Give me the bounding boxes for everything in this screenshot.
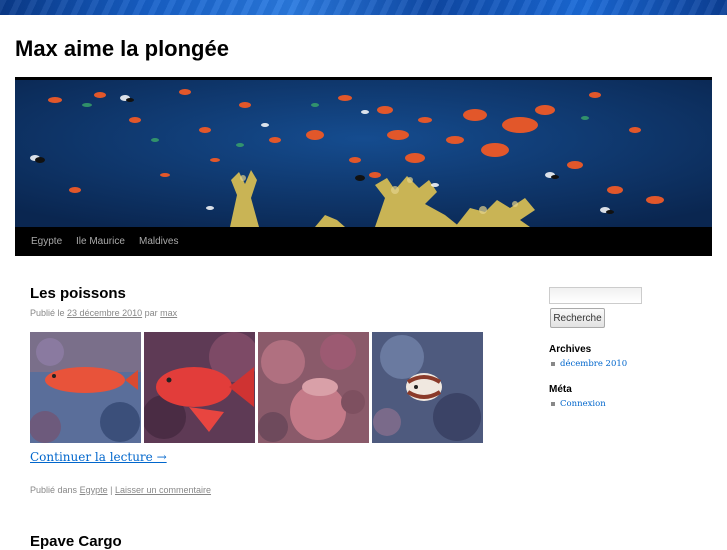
- gallery-thumbnail-coral-grouper-2[interactable]: [144, 332, 255, 443]
- main-navigation: Egypte Ile Maurice Maldives: [15, 227, 712, 256]
- gallery-thumbnail-coral-grouper-1[interactable]: [30, 332, 141, 443]
- leave-comment-link[interactable]: Laisser un commentaire: [115, 485, 211, 495]
- post-date-link[interactable]: 23 décembre 2010: [67, 308, 142, 318]
- post-category-link[interactable]: Egypte: [80, 485, 108, 495]
- post-meta-prefix: Publié le: [30, 308, 65, 318]
- post-author-link[interactable]: max: [160, 308, 177, 318]
- meta-widget-title: Méta: [549, 384, 572, 395]
- nav-item-egypte[interactable]: Egypte: [31, 227, 62, 256]
- search-input[interactable]: [549, 287, 642, 304]
- meta-item: Connexion: [551, 399, 606, 409]
- post-footer: Publié dans Egypte | Laisser un commenta…: [30, 485, 211, 495]
- post-title-2[interactable]: Epave Cargo: [30, 533, 122, 550]
- post-footer-prefix: Publié dans: [30, 485, 78, 495]
- archives-link[interactable]: décembre 2010: [560, 359, 627, 369]
- post-footer-separator: |: [110, 485, 113, 495]
- search-button[interactable]: Recherche: [550, 308, 605, 328]
- login-link[interactable]: Connexion: [560, 399, 606, 409]
- gallery-thumbnail-lionfish[interactable]: [372, 332, 483, 443]
- post-title[interactable]: Les poissons: [30, 285, 126, 302]
- post-meta: Publié le 23 décembre 2010 par max: [30, 308, 177, 318]
- site-title[interactable]: Max aime la plongée: [15, 36, 229, 62]
- nav-item-maldives[interactable]: Maldives: [139, 227, 178, 256]
- bullet-icon: [551, 361, 555, 366]
- post-meta-by: par: [144, 308, 158, 318]
- bullet-icon: [551, 401, 555, 406]
- archives-widget-title: Archives: [549, 344, 592, 355]
- continue-reading-link[interactable]: Continuer la lecture →: [30, 450, 167, 464]
- nav-item-ile-maurice[interactable]: Ile Maurice: [76, 227, 125, 256]
- header-banner-image: [15, 80, 712, 227]
- gallery-thumbnail-coral-reef[interactable]: [258, 332, 369, 443]
- archives-item: décembre 2010: [551, 359, 627, 369]
- header-image-strip: [0, 0, 727, 15]
